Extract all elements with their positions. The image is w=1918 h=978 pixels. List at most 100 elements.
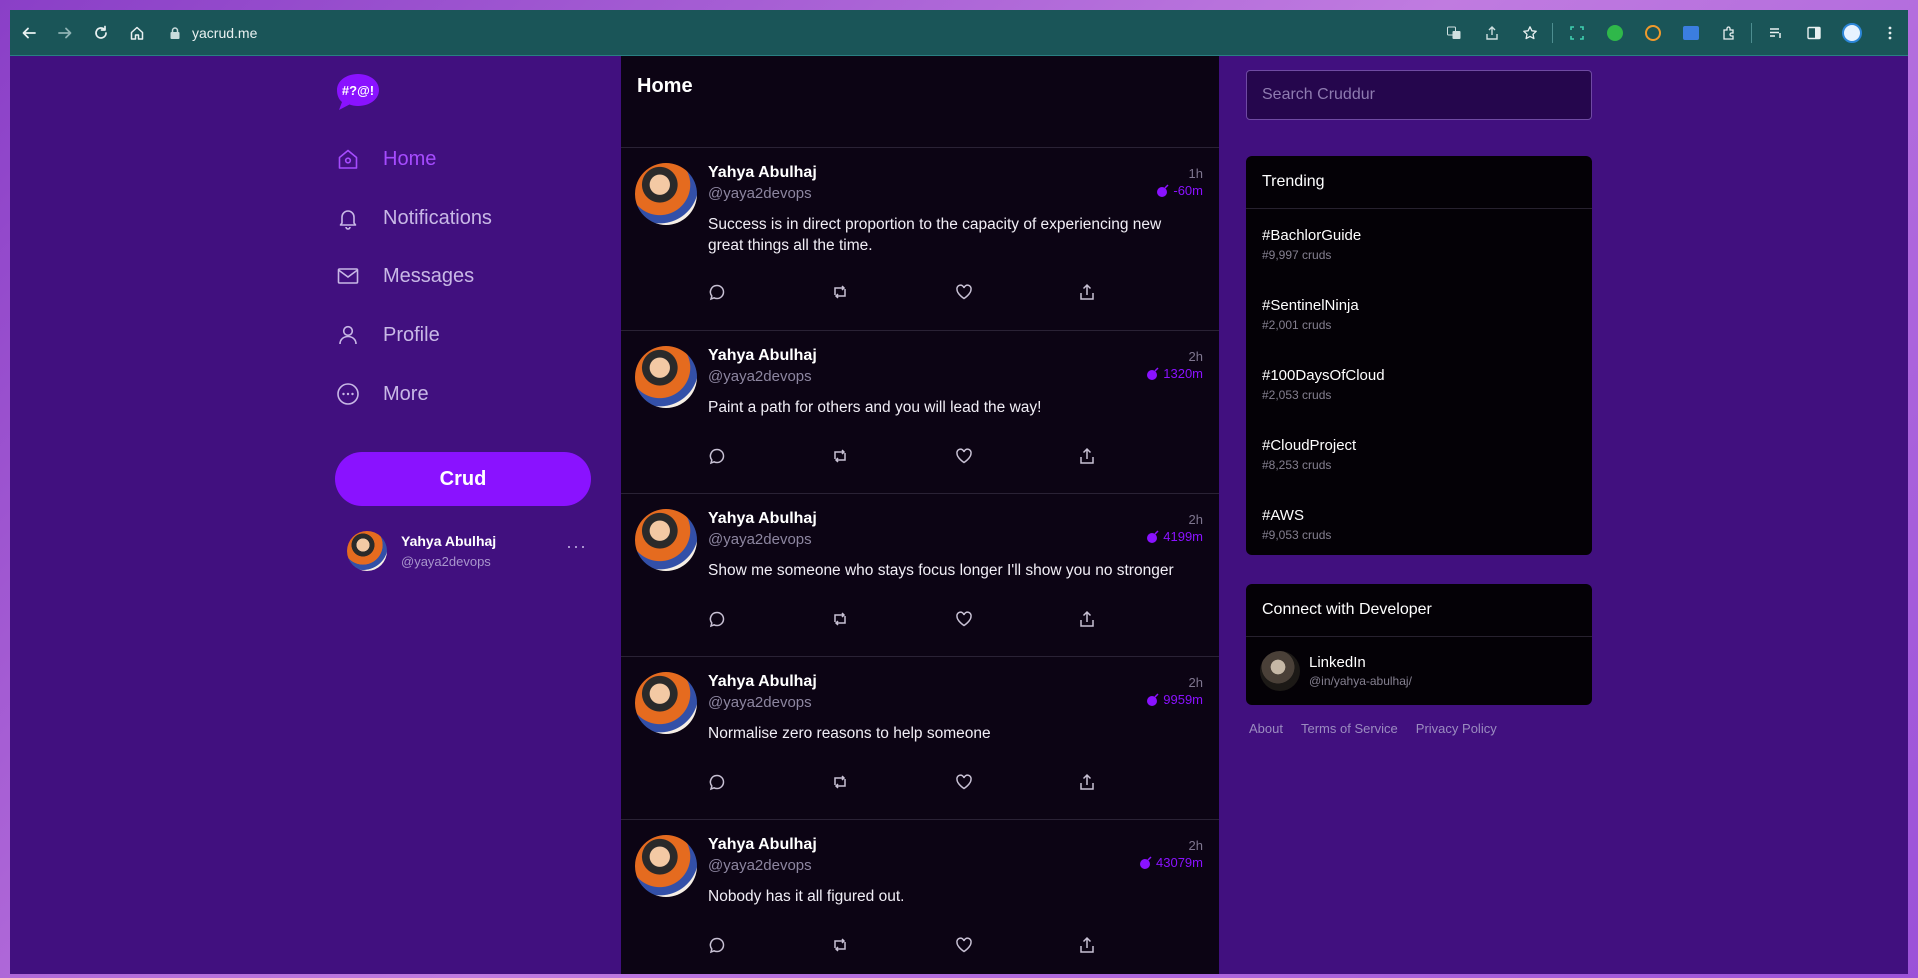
- address-bar[interactable]: yacrud.me: [168, 17, 257, 49]
- avatar[interactable]: [635, 835, 697, 897]
- post-author-name[interactable]: Yahya Abulhaj: [708, 164, 817, 182]
- activity-item[interactable]: Yahya Abulhaj @yaya2devops 2h 1320m Pain…: [621, 331, 1219, 494]
- trending-item[interactable]: #100DaysOfCloud #2,053 cruds: [1246, 349, 1592, 419]
- post-author-name[interactable]: Yahya Abulhaj: [708, 510, 817, 528]
- puzzle-extensions-icon[interactable]: [1711, 16, 1747, 50]
- trend-tag: #AWS: [1262, 507, 1304, 524]
- developer-handle: @in/yahya-abulhaj/: [1309, 674, 1412, 688]
- activity-item[interactable]: Yahya Abulhaj @yaya2devops 2h 43079m Nob…: [621, 820, 1219, 974]
- bookmark-star-icon[interactable]: [1512, 16, 1548, 50]
- reply-icon[interactable]: [708, 936, 728, 956]
- more-icon: [335, 381, 361, 407]
- green-extension-icon[interactable]: [1597, 16, 1633, 50]
- bomb-icon: [1140, 855, 1152, 869]
- like-heart-icon[interactable]: [955, 447, 975, 467]
- trending-item[interactable]: #AWS #9,053 cruds: [1246, 489, 1592, 555]
- svg-text:#?@!: #?@!: [342, 83, 374, 98]
- footer-privacy-link[interactable]: Privacy Policy: [1416, 721, 1497, 736]
- trending-item[interactable]: #CloudProject #8,253 cruds: [1246, 419, 1592, 489]
- reply-icon[interactable]: [708, 773, 728, 793]
- nav-item-messages[interactable]: Messages: [335, 256, 474, 296]
- trend-tag: #SentinelNinja: [1262, 297, 1359, 314]
- connect-section: Connect with Developer LinkedIn @in/yahy…: [1246, 584, 1592, 705]
- like-heart-icon[interactable]: [955, 773, 975, 793]
- reply-icon[interactable]: [708, 610, 728, 630]
- repost-icon[interactable]: [831, 447, 851, 467]
- repost-icon[interactable]: [831, 936, 851, 956]
- post-author-name[interactable]: Yahya Abulhaj: [708, 673, 817, 691]
- like-heart-icon[interactable]: [955, 283, 975, 303]
- post-expiry-text: -60m: [1173, 183, 1203, 198]
- nav-item-profile[interactable]: Profile: [335, 315, 440, 355]
- avatar[interactable]: [635, 346, 697, 408]
- reply-icon[interactable]: [708, 447, 728, 467]
- post-author-name[interactable]: Yahya Abulhaj: [708, 347, 817, 365]
- reply-icon[interactable]: [708, 283, 728, 303]
- post-message: Normalise zero reasons to help someone: [708, 725, 991, 742]
- post-author-name[interactable]: Yahya Abulhaj: [708, 836, 817, 854]
- like-heart-icon[interactable]: [955, 936, 975, 956]
- share-icon[interactable]: [1078, 447, 1098, 467]
- forward-icon[interactable]: [48, 16, 82, 50]
- user-menu-button[interactable]: ···: [566, 536, 587, 557]
- feed: Home Yahya Abulhaj @yaya2devops 1h -60m …: [621, 56, 1219, 974]
- post-author-handle[interactable]: @yaya2devops: [708, 857, 817, 874]
- home-browser-icon[interactable]: [120, 16, 154, 50]
- url-text: yacrud.me: [192, 24, 258, 41]
- footer-terms-link[interactable]: Terms of Service: [1301, 721, 1398, 736]
- share-icon[interactable]: [1474, 16, 1510, 50]
- translate-icon[interactable]: [1436, 16, 1472, 50]
- share-icon[interactable]: [1078, 610, 1098, 630]
- screenshot-extension-icon[interactable]: [1559, 16, 1595, 50]
- avatar[interactable]: [635, 509, 697, 571]
- footer-about-link[interactable]: About: [1249, 721, 1283, 736]
- share-icon[interactable]: [1078, 283, 1098, 303]
- repost-icon[interactable]: [831, 610, 851, 630]
- post-message: Success is in direct proportion to the c…: [708, 216, 1162, 254]
- media-queue-icon[interactable]: [1758, 16, 1794, 50]
- avatar[interactable]: [635, 672, 697, 734]
- share-icon[interactable]: [1078, 936, 1098, 956]
- share-icon[interactable]: [1078, 773, 1098, 793]
- developer-link[interactable]: LinkedIn @in/yahya-abulhaj/: [1246, 637, 1592, 705]
- post-author-handle[interactable]: @yaya2devops: [708, 531, 817, 548]
- orange-extension-icon[interactable]: [1635, 16, 1671, 50]
- post-expiry-text: 9959m: [1163, 692, 1203, 707]
- nav-item-more[interactable]: More: [335, 374, 429, 414]
- post-expiry: -60m: [1156, 183, 1203, 198]
- post-author-handle[interactable]: @yaya2devops: [708, 694, 817, 711]
- cruddur-logo-icon[interactable]: #?@!: [335, 72, 381, 112]
- kebab-menu-icon[interactable]: [1872, 16, 1908, 50]
- reload-icon[interactable]: [84, 16, 118, 50]
- crud-button[interactable]: Crud: [335, 452, 591, 506]
- post-author-handle[interactable]: @yaya2devops: [708, 185, 817, 202]
- trending-item[interactable]: #SentinelNinja #2,001 cruds: [1246, 279, 1592, 349]
- activity-item[interactable]: Yahya Abulhaj @yaya2devops 2h 4199m Show…: [621, 494, 1219, 657]
- trending-item[interactable]: #BachlorGuide #9,997 cruds: [1246, 209, 1592, 279]
- search-input[interactable]: [1246, 70, 1592, 120]
- post-author-handle[interactable]: @yaya2devops: [708, 368, 817, 385]
- trend-count: #9,053 cruds: [1262, 528, 1332, 542]
- nav-item-home[interactable]: Home: [335, 139, 436, 179]
- blue-extension-icon[interactable]: [1673, 16, 1709, 50]
- bomb-icon: [1147, 692, 1159, 706]
- trend-count: #2,001 cruds: [1262, 318, 1332, 332]
- activity-item[interactable]: Yahya Abulhaj @yaya2devops 2h 9959m Norm…: [621, 657, 1219, 820]
- activity-item[interactable]: Yahya Abulhaj @yaya2devops 1h -60m Succe…: [621, 148, 1219, 331]
- avatar[interactable]: [635, 163, 697, 225]
- back-icon[interactable]: [12, 16, 46, 50]
- trend-count: #8,253 cruds: [1262, 458, 1332, 472]
- like-heart-icon[interactable]: [955, 610, 975, 630]
- browser-toolbar: yacrud.me: [10, 10, 1908, 57]
- post-expiry-text: 1320m: [1163, 366, 1203, 381]
- current-user-card[interactable]: Yahya Abulhaj @yaya2devops ···: [347, 526, 587, 576]
- profile-avatar-icon[interactable]: [1834, 16, 1870, 50]
- bomb-icon: [1157, 183, 1169, 197]
- toolbar-divider: [1552, 22, 1553, 43]
- repost-icon[interactable]: [831, 283, 851, 303]
- nav-item-notifications[interactable]: Notifications: [335, 198, 492, 238]
- side-panel-icon[interactable]: [1796, 16, 1832, 50]
- trend-tag: #100DaysOfCloud: [1262, 367, 1385, 384]
- repost-icon[interactable]: [831, 773, 851, 793]
- post-expiry: 1320m: [1146, 366, 1203, 381]
